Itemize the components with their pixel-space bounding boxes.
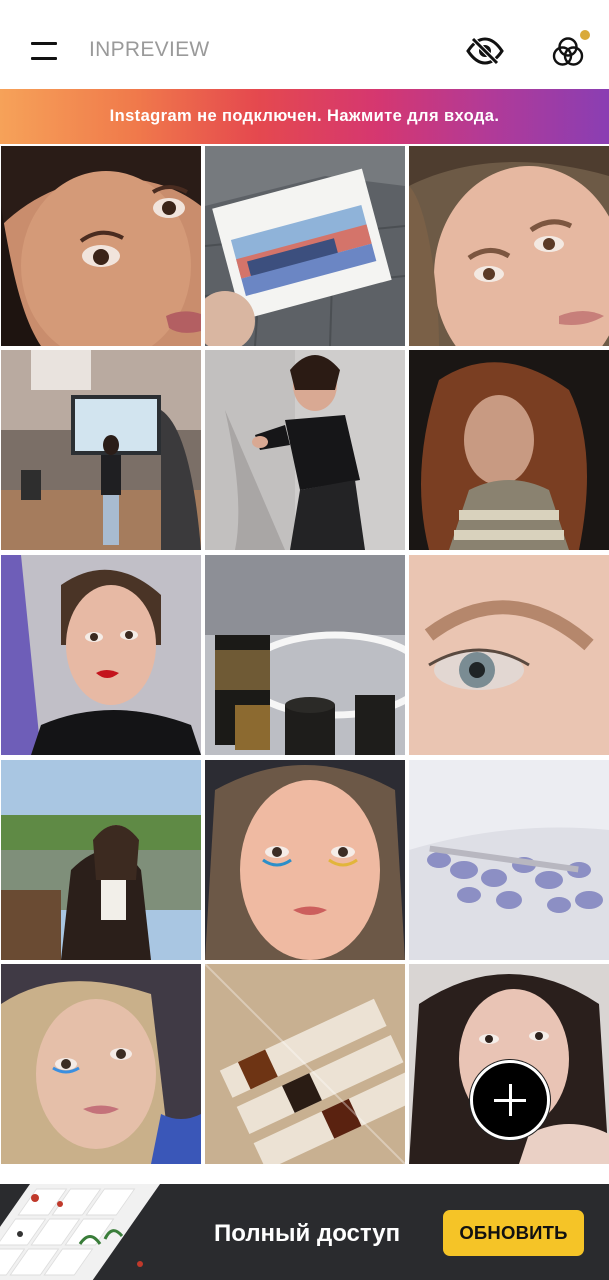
grid-photo[interactable] (409, 350, 609, 550)
add-plus-icon[interactable] (470, 1060, 550, 1140)
grid-photo[interactable] (1, 964, 201, 1164)
banner-text: Instagram не подключен. Нажмите для вход… (109, 107, 500, 125)
grid-photo[interactable] (205, 146, 405, 346)
eye-off-icon[interactable] (465, 35, 505, 67)
grid-photo[interactable] (1, 146, 201, 346)
grid-photo[interactable] (205, 350, 405, 550)
venn-circles-icon[interactable] (550, 34, 586, 70)
app-title: INPREVIEW (89, 38, 210, 61)
promo-title: Полный доступ (214, 1220, 401, 1247)
hamburger-menu-icon[interactable] (31, 42, 59, 60)
instagram-connect-banner[interactable]: Instagram не подключен. Нажмите для вход… (0, 89, 609, 144)
grid-photo[interactable] (409, 760, 609, 960)
notification-dot (580, 30, 590, 40)
grid-photo[interactable] (409, 555, 609, 755)
grid-photo[interactable] (205, 760, 405, 960)
premium-promo-bar: Полный доступ ОБНОВИТЬ (0, 1184, 609, 1280)
grid-photo[interactable] (1, 555, 201, 755)
grid-photo[interactable] (205, 964, 405, 1164)
grid-photo[interactable] (1, 350, 201, 550)
promo-collage-image (0, 1184, 230, 1280)
grid-photo[interactable] (409, 146, 609, 346)
upgrade-button[interactable]: ОБНОВИТЬ (443, 1210, 584, 1256)
top-bar: INPREVIEW (0, 0, 609, 89)
grid-photo[interactable] (1, 760, 201, 960)
grid-photo[interactable] (205, 555, 405, 755)
